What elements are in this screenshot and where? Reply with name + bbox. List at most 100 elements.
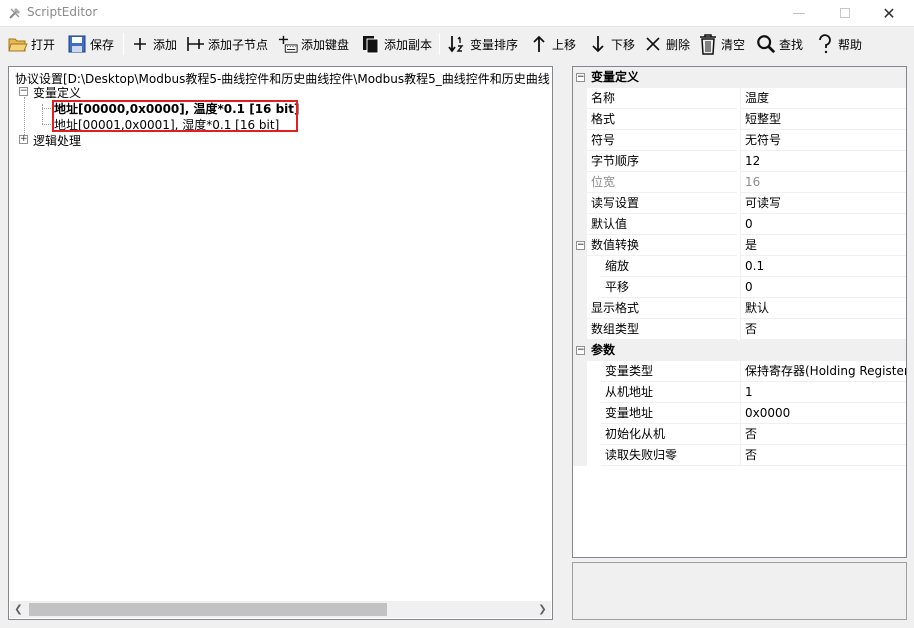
collapse-icon[interactable]: −	[19, 87, 28, 96]
horizontal-scrollbar[interactable]: ❮ ❯	[10, 601, 551, 618]
add-child-button[interactable]: 添加子节点	[185, 31, 268, 57]
scroll-left-icon[interactable]: ❮	[10, 601, 27, 618]
category-params[interactable]: − 参数	[573, 340, 906, 361]
minimize-button[interactable]: —	[776, 0, 822, 27]
property-name: 默认值	[587, 214, 737, 235]
clear-label: 清空	[721, 37, 746, 52]
property-value[interactable]: 无符号	[740, 130, 906, 151]
property-value[interactable]: 是	[740, 235, 906, 256]
expand-icon[interactable]: +	[19, 135, 28, 144]
property-name: 字节顺序	[587, 151, 737, 172]
property-name: 数值转换	[587, 235, 737, 256]
close-button[interactable]: ✕	[866, 0, 912, 27]
property-row[interactable]: 位宽 16	[573, 172, 906, 193]
property-row[interactable]: 读写设置 可读写	[573, 193, 906, 214]
property-value[interactable]: 短整型	[740, 109, 906, 130]
property-value[interactable]: 0	[740, 214, 906, 235]
property-name: 格式	[587, 109, 737, 130]
keyboard-icon	[278, 34, 298, 54]
param-row[interactable]: 初始化从机否	[573, 424, 906, 445]
add-child-icon	[185, 34, 205, 54]
property-value[interactable]: 否	[740, 424, 906, 445]
magnifier-icon	[756, 34, 776, 54]
collapse-icon[interactable]: −	[576, 241, 585, 250]
save-label: 保存	[90, 37, 115, 52]
find-label: 查找	[779, 37, 804, 52]
property-value[interactable]: 否	[740, 445, 906, 466]
property-value[interactable]: 否	[740, 319, 906, 340]
tree-node-logic[interactable]: 逻辑处理	[33, 132, 81, 149]
add-child-label: 添加子节点	[208, 37, 269, 52]
move-up-button[interactable]: 上移	[529, 31, 576, 57]
title-bar: ScriptEditor — ✕	[0, 0, 914, 27]
property-name: 从机地址	[601, 382, 751, 403]
property-name: 初始化从机	[601, 424, 751, 445]
folder-open-icon	[8, 34, 28, 54]
property-row[interactable]: 数组类型否	[573, 319, 906, 340]
move-down-button[interactable]: 下移	[588, 31, 635, 57]
property-name: 读写设置	[587, 193, 737, 214]
collapse-icon[interactable]: −	[576, 73, 585, 82]
add-keyboard-label: 添加键盘	[301, 37, 350, 52]
property-grid[interactable]: − 变量定义 名称 温度 格式 短整型 符号 无符号 字节顺序 12 位宽 16 读写设置 可读写 默认…	[572, 66, 907, 558]
copy-icon	[361, 34, 381, 54]
property-description-box	[572, 562, 907, 620]
property-value[interactable]: 0.1	[740, 256, 906, 277]
help-label: 帮助	[838, 37, 863, 52]
property-value[interactable]: 12	[740, 151, 906, 172]
add-button[interactable]: 添加	[130, 31, 177, 57]
toolbar: 打开 保存 添加 添加子节点 添加键盘 添加副本 变量排序 上移 下移 删除 清…	[0, 27, 914, 60]
property-row[interactable]: 格式 短整型	[573, 109, 906, 130]
category-var-def[interactable]: − 变量定义	[573, 67, 906, 88]
property-value[interactable]: 16	[740, 172, 906, 193]
sort-icon	[447, 34, 467, 54]
property-value[interactable]: 0	[740, 277, 906, 298]
add-keyboard-button[interactable]: 添加键盘	[278, 31, 349, 57]
open-button[interactable]: 打开	[8, 31, 55, 57]
property-row[interactable]: 缩放 0.1	[573, 256, 906, 277]
collapse-icon[interactable]: −	[576, 346, 585, 355]
property-row[interactable]: 名称 温度	[573, 88, 906, 109]
tree-node-var-def[interactable]: 变量定义	[33, 84, 81, 101]
property-name: 读取失败归零	[601, 445, 751, 466]
property-value[interactable]: 保持寄存器(Holding Register	[740, 361, 906, 382]
property-row[interactable]: 符号 无符号	[573, 130, 906, 151]
property-row[interactable]: 平移 0	[573, 277, 906, 298]
property-value[interactable]: 可读写	[740, 193, 906, 214]
sort-vars-button[interactable]: 变量排序	[447, 31, 518, 57]
tree-root-node[interactable]: 协议设置[D:\Desktop\Modbus教程5-曲线控件和历史曲线控件\Mo…	[15, 70, 550, 87]
property-name: 变量地址	[601, 403, 751, 424]
help-button[interactable]: 帮助	[815, 31, 862, 57]
param-row[interactable]: 变量类型 保持寄存器(Holding Register	[573, 361, 906, 382]
save-icon	[67, 34, 87, 54]
window-title: ScriptEditor	[27, 5, 98, 19]
arrow-up-icon	[529, 34, 549, 54]
property-row[interactable]: 数值转换是 −	[573, 235, 906, 256]
property-row[interactable]: 显示格式 默认	[573, 298, 906, 319]
param-row[interactable]: 变量地址 0x0000	[573, 403, 906, 424]
property-value[interactable]: 1	[740, 382, 906, 403]
delete-label: 删除	[666, 37, 691, 52]
move-down-label: 下移	[611, 37, 636, 52]
save-button[interactable]: 保存	[67, 31, 114, 57]
property-value[interactable]: 温度	[740, 88, 906, 109]
property-value[interactable]: 0x0000	[740, 403, 906, 424]
property-row[interactable]: 字节顺序 12	[573, 151, 906, 172]
scroll-right-icon[interactable]: ❯	[534, 601, 551, 618]
property-row[interactable]: 默认值 0	[573, 214, 906, 235]
property-name: 符号	[587, 130, 737, 151]
close-icon: ✕	[882, 4, 896, 23]
clear-button[interactable]: 清空	[698, 31, 745, 57]
property-value[interactable]: 默认	[740, 298, 906, 319]
property-name: 显示格式	[587, 298, 737, 319]
param-row[interactable]: 读取失败归零否	[573, 445, 906, 466]
find-button[interactable]: 查找	[756, 31, 803, 57]
add-copy-button[interactable]: 添加副本	[361, 31, 432, 57]
maximize-button[interactable]	[822, 0, 868, 27]
tree-panel[interactable]: 协议设置[D:\Desktop\Modbus教程5-曲线控件和历史曲线控件\Mo…	[8, 66, 553, 620]
question-icon	[815, 34, 835, 54]
param-row[interactable]: 从机地址 1	[573, 382, 906, 403]
delete-button[interactable]: 删除	[643, 31, 690, 57]
scrollbar-thumb[interactable]	[29, 603, 387, 616]
open-label: 打开	[31, 37, 56, 52]
